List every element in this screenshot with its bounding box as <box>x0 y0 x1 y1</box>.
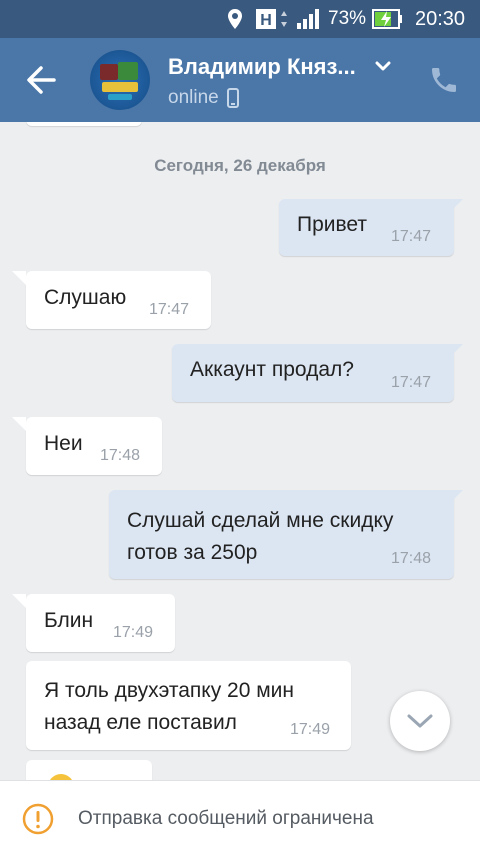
message-bubble-incoming[interactable]: Блин 17:49 <box>12 594 175 652</box>
message-bubble-outgoing[interactable]: Привет 17:47 <box>279 199 463 256</box>
message-time: 17:48 <box>100 447 141 464</box>
chevron-down-icon <box>407 714 433 728</box>
message-text: Аккаунт продал? <box>190 358 354 381</box>
message-time: 17:47 <box>391 228 432 245</box>
message-bubble-incoming[interactable]: Я толь двухэтапку 20 мин назад еле поста… <box>26 661 351 750</box>
contact-name[interactable]: Владимир Княз... <box>168 54 356 80</box>
message-text: Слушай сделай мне скидку готов за 250р <box>127 509 394 564</box>
message-bubble-incoming[interactable]: Неи 17:48 <box>12 417 162 475</box>
emoji-icon <box>50 774 72 780</box>
message-bubble-incoming[interactable]: Слушаю 17:47 <box>12 271 211 329</box>
location-icon <box>226 0 244 38</box>
partial-message-top <box>26 122 142 126</box>
message-time: 17:47 <box>391 374 432 391</box>
mobile-icon <box>226 88 239 108</box>
partial-message-bottom <box>26 760 152 780</box>
warning-icon <box>22 803 54 835</box>
signal-icon <box>296 0 322 38</box>
status-bar: H 73% 20:30 <box>0 0 480 38</box>
clock-time: 20:30 <box>415 7 466 30</box>
message-text: Слушаю <box>44 286 127 309</box>
message-text: Я толь двухэтапку 20 мин назад еле поста… <box>44 679 294 734</box>
message-time: 17:49 <box>290 721 331 738</box>
message-bubble-outgoing[interactable]: Аккаунт продал? 17:47 <box>172 344 463 402</box>
date-separator: Сегодня, 26 декабря <box>154 156 326 175</box>
avatar[interactable] <box>90 50 150 110</box>
message-bubble-outgoing[interactable]: Слушай сделай мне скидку готов за 250р 1… <box>109 490 463 579</box>
message-text: Привет <box>297 213 368 236</box>
message-time: 17:47 <box>149 301 190 318</box>
scroll-down-button[interactable] <box>390 691 450 751</box>
restriction-notice: Отправка сообщений ограничена <box>78 808 374 829</box>
h-network-icon: H <box>256 0 290 38</box>
message-list[interactable]: Сегодня, 26 декабря Привет 17:47 Слушаю … <box>0 122 480 780</box>
battery-charging-icon <box>372 0 404 38</box>
online-status-text: online <box>168 87 219 108</box>
message-text: Неи <box>44 432 83 455</box>
chevron-down-icon[interactable] <box>372 58 394 74</box>
messaging-restricted-bar: Отправка сообщений ограничена <box>0 780 480 855</box>
message-text: Блин <box>44 609 94 632</box>
svg-text:H: H <box>260 12 272 29</box>
contact-status: online <box>168 87 239 109</box>
message-time: 17:48 <box>391 550 432 567</box>
battery-percent: 73% <box>328 8 367 29</box>
phone-icon[interactable] <box>428 64 460 96</box>
message-time: 17:49 <box>113 624 154 641</box>
chat-header: Владимир Княз... online <box>0 38 480 122</box>
back-arrow-icon[interactable] <box>22 62 62 98</box>
